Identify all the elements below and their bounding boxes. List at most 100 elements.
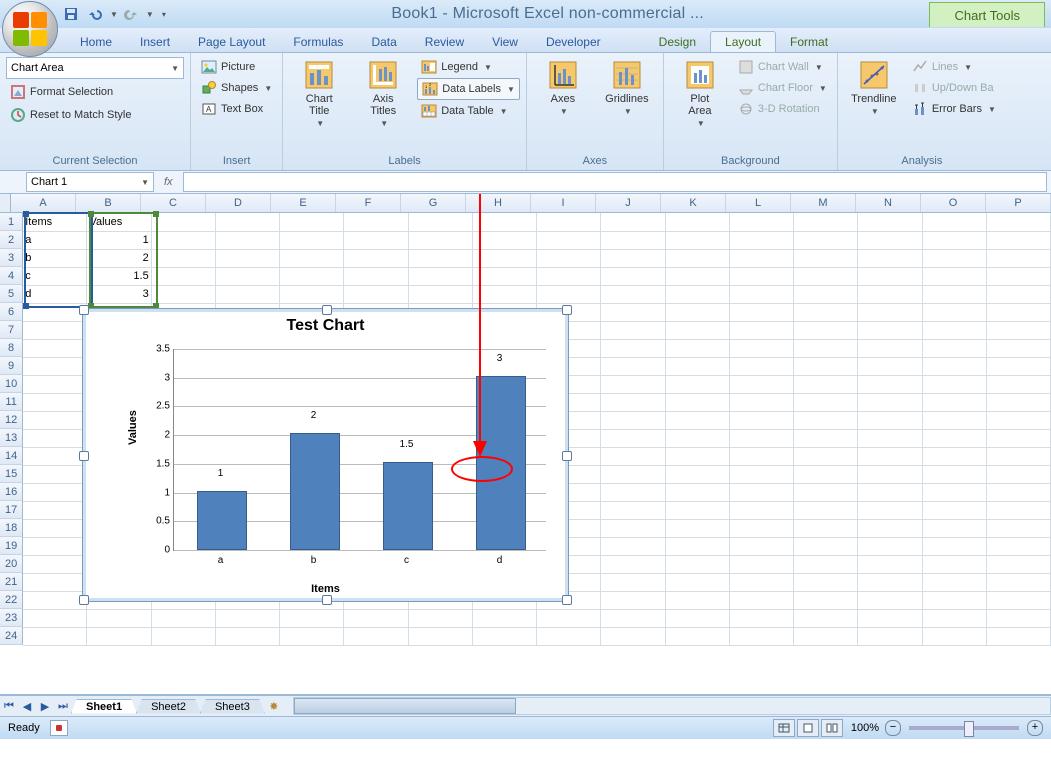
cell[interactable] [858,411,922,430]
row-header[interactable]: 17 [0,501,23,519]
cell[interactable] [858,447,922,466]
undo-dropdown-icon[interactable]: ▼ [110,10,118,19]
error-bars-button[interactable]: Error Bars▼ [908,99,1000,119]
cell[interactable] [23,591,87,610]
column-header[interactable]: E [271,194,336,212]
cell[interactable] [987,591,1051,610]
row-header[interactable]: 19 [0,537,23,555]
column-header[interactable]: P [986,194,1051,212]
cell[interactable] [280,231,344,250]
cell[interactable]: c [23,267,87,286]
cell[interactable] [23,375,87,394]
cell[interactable] [666,285,730,304]
tab-view[interactable]: View [478,32,532,52]
cell[interactable] [858,285,922,304]
chart-title[interactable]: Test Chart [83,317,568,335]
cell[interactable] [730,213,794,232]
column-header[interactable]: J [596,194,661,212]
cell[interactable] [858,249,922,268]
cell[interactable] [23,627,87,646]
cell[interactable] [87,627,151,646]
cell[interactable] [666,483,730,502]
zoom-level[interactable]: 100% [851,722,879,734]
cell[interactable] [473,249,537,268]
plot-area-button[interactable]: Plot Area▼ [670,57,730,130]
redo-button[interactable] [120,3,142,25]
cell[interactable] [794,321,858,340]
cell[interactable] [473,285,537,304]
cell[interactable] [601,591,665,610]
cell[interactable] [216,609,280,628]
chart-plot-area[interactable]: 00.511.522.533.51a2b1.5c3d [173,349,546,551]
cell[interactable] [923,249,987,268]
cell[interactable] [537,609,601,628]
cell[interactable] [794,483,858,502]
scrollbar-thumb[interactable] [294,698,516,714]
cell[interactable] [666,339,730,358]
cell[interactable] [730,519,794,538]
column-header[interactable]: O [921,194,986,212]
cell[interactable] [601,285,665,304]
cell[interactable] [987,285,1051,304]
horizontal-scrollbar[interactable] [293,697,1051,715]
next-sheet-button[interactable]: ▶ [36,697,54,715]
cell[interactable] [923,591,987,610]
cell[interactable] [794,447,858,466]
last-sheet-button[interactable]: ⏭ [54,697,72,715]
cell[interactable] [794,555,858,574]
cell[interactable] [152,267,216,286]
row-header[interactable]: 1 [0,213,23,231]
column-header[interactable]: H [466,194,531,212]
row-header[interactable]: 11 [0,393,23,411]
zoom-in-button[interactable]: + [1027,720,1043,736]
cell[interactable] [858,483,922,502]
cell[interactable] [537,231,601,250]
textbox-button[interactable]: A Text Box [197,99,276,119]
cell[interactable] [794,429,858,448]
cell[interactable] [152,627,216,646]
tab-layout[interactable]: Layout [710,31,776,52]
cell[interactable] [537,627,601,646]
cell[interactable] [730,573,794,592]
cell[interactable]: b [23,249,87,268]
cell[interactable] [601,627,665,646]
cell[interactable] [409,609,473,628]
cell[interactable] [409,249,473,268]
cell[interactable] [794,375,858,394]
select-all-corner[interactable] [0,194,11,212]
cell[interactable] [794,519,858,538]
column-header[interactable]: A [11,194,76,212]
cell[interactable] [794,501,858,520]
cell[interactable] [601,339,665,358]
cell[interactable] [794,573,858,592]
cell[interactable] [666,573,730,592]
cell[interactable] [794,303,858,322]
column-header[interactable]: F [336,194,401,212]
tab-page-layout[interactable]: Page Layout [184,32,279,52]
cell[interactable] [730,501,794,520]
cell[interactable] [666,267,730,286]
cell[interactable] [601,429,665,448]
cell[interactable] [87,609,151,628]
cell[interactable] [858,303,922,322]
cell[interactable] [344,627,408,646]
chart-bar[interactable] [383,462,433,550]
column-header[interactable]: I [531,194,596,212]
chart-element-selector[interactable]: Chart Area ▼ [6,57,184,79]
row-header[interactable]: 20 [0,555,23,573]
cell[interactable] [730,537,794,556]
cell[interactable] [923,447,987,466]
shapes-button[interactable]: Shapes▼ [197,78,276,98]
cell[interactable] [216,231,280,250]
row-header[interactable]: 6 [0,303,23,321]
cell[interactable] [858,609,922,628]
cell[interactable] [216,267,280,286]
name-box[interactable]: Chart 1 ▼ [26,172,154,192]
cell[interactable] [987,303,1051,322]
cell[interactable] [280,627,344,646]
cell[interactable] [152,285,216,304]
cell[interactable] [601,537,665,556]
cell[interactable] [666,357,730,376]
cell[interactable] [280,285,344,304]
cell[interactable] [23,537,87,556]
